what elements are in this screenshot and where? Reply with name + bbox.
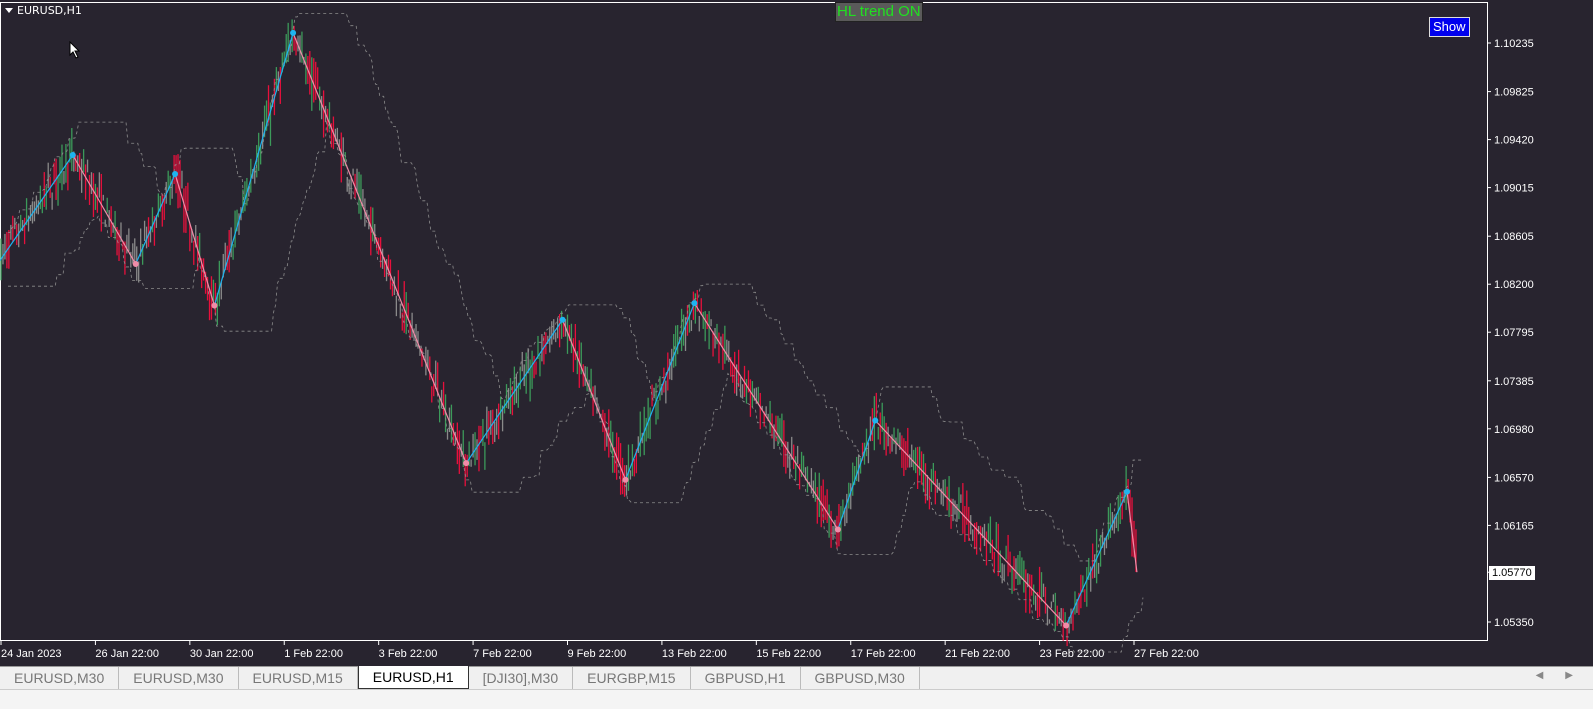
zigzag-pivot-high bbox=[691, 300, 698, 307]
x-tick-label: 9 Feb 22:00 bbox=[567, 648, 626, 660]
zigzag-segment bbox=[72, 154, 137, 265]
zigzag-segment bbox=[213, 32, 294, 306]
zigzag-segment bbox=[693, 302, 839, 530]
status-strip bbox=[0, 689, 1593, 709]
zigzag-pivot-high bbox=[172, 170, 179, 177]
y-tick-label: 1.07385 bbox=[1494, 376, 1534, 388]
x-tick-label: 7 Feb 22:00 bbox=[473, 648, 532, 660]
x-tick-label: 15 Feb 22:00 bbox=[756, 648, 821, 660]
tab-gbpusd-m30[interactable]: GBPUSD,M30 bbox=[801, 667, 920, 689]
scroll-right-icon[interactable]: ▶ bbox=[1565, 670, 1573, 681]
hl-trend-status[interactable]: HL trend ON bbox=[835, 2, 923, 22]
zigzag-pivot-low bbox=[1063, 622, 1070, 629]
zigzag-pivot-low bbox=[834, 526, 841, 533]
x-tick-label: 21 Feb 22:00 bbox=[945, 648, 1010, 660]
channel-upper bbox=[8, 13, 1143, 562]
zigzag-pivot-low bbox=[463, 460, 470, 467]
zigzag-segment bbox=[1065, 491, 1128, 626]
zigzag-pivot-high bbox=[69, 152, 76, 159]
candles bbox=[0, 19, 1137, 647]
zigzag-segment bbox=[0, 154, 74, 261]
zigzag-segment bbox=[174, 173, 215, 306]
zigzag-segment bbox=[874, 420, 1067, 626]
tab-eurusd-m30[interactable]: EURUSD,M30 bbox=[119, 667, 239, 689]
tab-gbpusd-h1[interactable]: GBPUSD,H1 bbox=[691, 667, 801, 689]
y-tick-label: 1.08605 bbox=[1494, 231, 1534, 243]
y-tick-label: 1.09015 bbox=[1494, 183, 1534, 195]
y-tick-label: 1.05350 bbox=[1494, 617, 1534, 629]
mouse-cursor-icon bbox=[69, 41, 81, 59]
scroll-left-icon[interactable]: ◀ bbox=[1536, 670, 1544, 681]
tab-scroll: ◀ ▶ bbox=[1536, 670, 1573, 681]
zigzag-segment bbox=[837, 420, 876, 530]
current-price-label: 1.05770 bbox=[1489, 566, 1535, 580]
dropdown-triangle-icon[interactable] bbox=[5, 8, 13, 13]
chart-title[interactable]: EURUSD,H1 bbox=[5, 4, 82, 17]
x-tick-label: 3 Feb 22:00 bbox=[379, 648, 438, 660]
zigzag-pivot-low bbox=[622, 476, 629, 483]
x-tick-label: 17 Feb 22:00 bbox=[851, 648, 916, 660]
tab-eurgbp-m15[interactable]: EURGBP,M15 bbox=[573, 667, 691, 689]
tab-eurusd-m15[interactable]: EURUSD,M15 bbox=[239, 667, 358, 689]
y-tick-label: 1.07795 bbox=[1494, 327, 1534, 339]
y-tick-label: 1.06980 bbox=[1494, 424, 1534, 436]
y-tick-label: 1.08200 bbox=[1494, 279, 1534, 291]
x-tick-label: 26 Jan 22:00 bbox=[95, 648, 159, 660]
zigzag-segment bbox=[562, 319, 627, 480]
y-tick-label: 1.06570 bbox=[1494, 472, 1534, 484]
chart-tabs: EURUSD,M30 EURUSD,M30 EURUSD,M15 EURUSD,H1[… bbox=[0, 666, 1593, 689]
zigzag-pivot-high bbox=[290, 29, 297, 36]
y-tick-label: 1.10235 bbox=[1494, 38, 1534, 50]
x-tick-label: 1 Feb 22:00 bbox=[284, 648, 343, 660]
zigzag-segment bbox=[292, 32, 467, 464]
symbol-label: EURUSD,H1 bbox=[17, 4, 82, 17]
y-tick-label: 1.09825 bbox=[1494, 87, 1534, 99]
y-tick-label: 1.09420 bbox=[1494, 135, 1534, 147]
y-tick-label: 1.06165 bbox=[1494, 520, 1534, 532]
zigzag-pivot-high bbox=[872, 417, 879, 424]
zigzag-segment bbox=[624, 302, 695, 480]
tab-eurusd-h1[interactable]: EURUSD,H1 bbox=[357, 666, 469, 689]
x-tick-label: 27 Feb 22:00 bbox=[1134, 648, 1199, 660]
zigzag-pivot-low bbox=[211, 302, 218, 309]
tab--dji30-m30[interactable]: [DJI30],M30 bbox=[469, 667, 574, 689]
x-tick-label: 13 Feb 22:00 bbox=[662, 648, 727, 660]
zigzag-pivot-high bbox=[1124, 488, 1131, 495]
zigzag-pivot-high bbox=[559, 316, 566, 323]
chart-frame bbox=[0, 2, 1488, 641]
x-tick-label: 24 Jan 2023 bbox=[1, 648, 62, 660]
show-button[interactable]: Show bbox=[1429, 17, 1470, 37]
tab-eurusd-m30[interactable]: EURUSD,M30 bbox=[0, 667, 120, 689]
price-chart[interactable]: 1.10235 1.09825 1.09420 1.09015 1.08605 1.082… bbox=[0, 0, 1593, 666]
zigzag-segment bbox=[135, 173, 176, 265]
zigzag-pivot-low bbox=[132, 261, 139, 268]
x-tick-label: 23 Feb 22:00 bbox=[1040, 648, 1105, 660]
x-tick-label: 30 Jan 22:00 bbox=[190, 648, 254, 660]
